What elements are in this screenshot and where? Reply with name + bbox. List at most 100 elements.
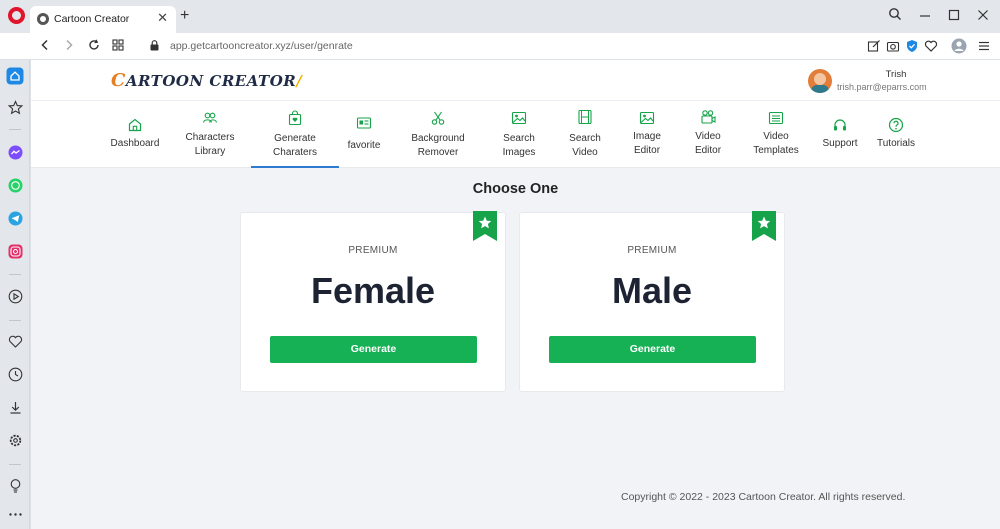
menu-label: Image: [633, 131, 661, 142]
sidebar-divider: [9, 129, 21, 130]
image-icon: [511, 111, 527, 125]
menu-label: Generate: [274, 133, 316, 144]
menu-item-background-remover[interactable]: Background Remover: [402, 101, 474, 168]
question-circle-icon: [888, 117, 904, 133]
card-tier: PREMIUM: [348, 245, 398, 256]
tabs-grid-icon[interactable]: [108, 36, 128, 56]
menu-item-video-templates[interactable]: Video Templates: [745, 101, 807, 168]
telegram-icon[interactable]: [8, 211, 23, 226]
user-name: Trish: [885, 69, 907, 80]
menu-label: Characters: [185, 132, 235, 143]
heart-icon[interactable]: [924, 39, 938, 53]
close-icon[interactable]: [972, 6, 994, 26]
star-icon[interactable]: [8, 100, 23, 115]
users-icon: [202, 112, 218, 123]
forward-icon[interactable]: [59, 36, 79, 56]
page-content: CARTOON CREATOR/ Trish trish.parr@eparrs…: [31, 60, 1000, 529]
snapshot-icon[interactable]: [886, 39, 900, 53]
menu-label: Templates: [753, 145, 799, 156]
settings-icon[interactable]: [8, 433, 23, 448]
avatar[interactable]: [808, 69, 832, 93]
reload-icon[interactable]: [84, 36, 104, 56]
url-text[interactable]: app.getcartooncreator.xyz/user/genrate: [170, 40, 353, 52]
generate-male-button[interactable]: Generate: [549, 336, 756, 363]
back-icon[interactable]: [35, 36, 55, 56]
user-email: trish.parr@eparrs.com: [837, 82, 927, 92]
download-icon[interactable]: [8, 400, 23, 415]
menu-label: Dashboard: [110, 138, 160, 149]
image-icon: [639, 111, 655, 125]
tab-close-icon[interactable]: ✕: [157, 10, 168, 26]
menu-label: Video: [763, 131, 789, 142]
lightbulb-icon[interactable]: [8, 478, 23, 493]
more-icon[interactable]: [8, 507, 23, 522]
lock-icon: [150, 40, 159, 51]
film-icon: [578, 109, 592, 125]
copyright-text: Copyright © 2022 - 2023 Cartoon Creator.…: [621, 491, 906, 503]
scissors-icon: [431, 111, 445, 125]
new-tab-button[interactable]: +: [180, 8, 189, 24]
menu-item-generate-charaters[interactable]: Generate Charaters: [251, 101, 339, 168]
card-title: Female: [310, 270, 436, 311]
menu-label: Editor: [633, 145, 661, 156]
card-tier: PREMIUM: [627, 245, 677, 256]
headset-icon: [834, 119, 846, 131]
instagram-icon[interactable]: [8, 244, 23, 259]
browser-titlebar: Cartoon Creator ✕ +: [0, 0, 1000, 33]
home-icon[interactable]: [6, 67, 24, 85]
cartoon-creator-logo[interactable]: CARTOON CREATOR/: [111, 70, 302, 91]
whatsapp-icon[interactable]: [8, 178, 23, 193]
generate-female-button[interactable]: Generate: [270, 336, 477, 363]
home-icon: [128, 118, 142, 132]
tab-favicon-icon: [37, 13, 49, 25]
browser-sidebar: [0, 60, 30, 529]
menu-label: Search: [569, 133, 601, 144]
heart-icon[interactable]: [8, 334, 23, 349]
menu-label: Video: [695, 131, 721, 142]
male-card: PREMIUM Male Generate: [519, 211, 785, 392]
menu-item-characters-library[interactable]: Characters Library: [177, 101, 243, 168]
menu-item-image-editor[interactable]: Image Editor: [627, 101, 667, 168]
site-header: CARTOON CREATOR/ Trish trish.parr@eparrs…: [31, 60, 1000, 101]
star-ribbon-icon: [752, 211, 776, 241]
search-icon[interactable]: [884, 6, 906, 26]
menu-label: Images: [502, 147, 536, 158]
sidebar-divider: [9, 464, 21, 465]
menu-item-support[interactable]: Support: [817, 101, 863, 168]
menu-label: favorite: [347, 140, 381, 151]
messenger-icon[interactable]: [8, 145, 23, 160]
menu-item-search-video[interactable]: Search Video: [561, 101, 609, 168]
address-bar: app.getcartooncreator.xyz/user/genrate: [0, 33, 1000, 60]
share-edit-icon[interactable]: [867, 39, 881, 53]
menu-item-search-images[interactable]: Search Images: [495, 101, 543, 168]
id-card-icon: [356, 117, 372, 129]
menu-item-dashboard[interactable]: Dashboard: [103, 101, 167, 168]
menu-icon[interactable]: [977, 39, 991, 53]
menu-label: Tutorials: [877, 138, 915, 149]
minimize-icon[interactable]: [914, 6, 936, 26]
menu-label: Background: [411, 133, 465, 144]
page-title: Choose One: [472, 181, 559, 197]
menu-item-video-editor[interactable]: Video Editor: [687, 101, 729, 168]
main-menu: Dashboard Characters Library Generate Ch…: [31, 101, 1000, 168]
card-title: Male: [611, 270, 693, 311]
menu-label: Search: [503, 133, 535, 144]
maximize-icon[interactable]: [943, 6, 965, 26]
menu-item-favorite[interactable]: favorite: [343, 101, 385, 168]
vpn-shield-icon[interactable]: [905, 39, 919, 53]
tab-title: Cartoon Creator: [54, 13, 130, 25]
sidebar-divider: [9, 320, 21, 321]
video-camera-icon: [701, 110, 716, 124]
menu-item-tutorials[interactable]: Tutorials: [873, 101, 919, 168]
profile-icon[interactable]: [951, 38, 967, 54]
menu-label: Support: [822, 138, 858, 149]
shopping-bag-heart-icon: [288, 110, 302, 126]
sidebar-divider: [9, 274, 21, 275]
opera-logo-icon[interactable]: [8, 7, 25, 24]
player-icon[interactable]: [8, 289, 23, 304]
browser-tab[interactable]: Cartoon Creator ✕: [30, 6, 176, 33]
list-box-icon: [768, 111, 784, 125]
menu-label: Charaters: [273, 147, 317, 158]
menu-label: Editor: [694, 145, 722, 156]
history-icon[interactable]: [8, 367, 23, 382]
